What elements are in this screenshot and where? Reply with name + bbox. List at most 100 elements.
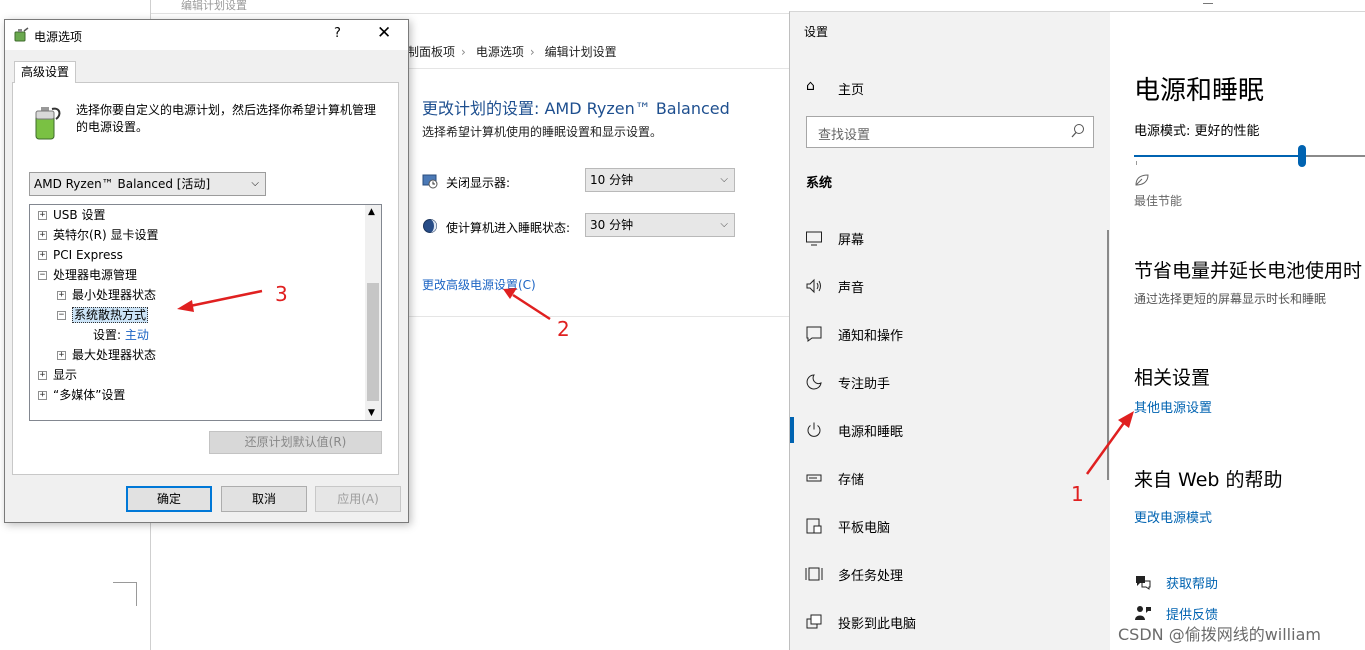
multitask-icon	[805, 567, 823, 581]
watermark: CSDN @偷拨网线的william	[1118, 625, 1321, 644]
tree-item-label: PCI Express	[53, 248, 123, 262]
tab-advanced-settings[interactable]: 高级设置	[14, 61, 76, 83]
related-settings-heading: 相关设置	[1134, 367, 1211, 389]
monitor-clock-icon	[422, 174, 438, 189]
breadcrumb-item[interactable]: 制面板项	[407, 45, 455, 59]
breadcrumb: 制面板项 › 电源选项 › 编辑计划设置	[407, 43, 623, 60]
nav-item-label: 专注助手	[838, 377, 891, 392]
dialog-intro: 选择你要自定义的电源计划，然后选择你希望计算机管理的电源设置。	[76, 103, 377, 134]
collapse-icon[interactable]: −	[57, 311, 66, 320]
dialog-title: 电源选项	[34, 30, 83, 44]
nav-item-project[interactable]: 投影到此电脑	[790, 604, 1110, 640]
tree-item-label: 最大处理器状态	[72, 348, 157, 362]
nav-item-label: 投影到此电脑	[838, 617, 917, 632]
tree-item[interactable]: + “多媒体”设置	[38, 385, 125, 405]
tree-item[interactable]: + 英特尔(R) 显卡设置	[38, 225, 159, 245]
display-off-select[interactable]: 10 分钟 ⌵	[585, 168, 735, 192]
battery-icon	[35, 107, 61, 140]
display-off-label: 关闭显示器:	[446, 176, 511, 190]
plan-select[interactable]: AMD Ryzen™ Balanced [活动] ⌵	[29, 172, 266, 196]
power-options-icon	[14, 27, 29, 42]
nav-item-power-sleep[interactable]: 电源和睡眠	[790, 412, 1110, 448]
nav-item-label: 平板电脑	[838, 521, 891, 536]
other-power-settings-link[interactable]: 其他电源设置	[1134, 397, 1212, 416]
tree-item-label: 显示	[53, 368, 78, 382]
expand-icon[interactable]: +	[38, 251, 47, 260]
notification-icon	[806, 326, 822, 342]
nav-scrollbar[interactable]	[1107, 230, 1109, 480]
settings-tree[interactable]: + USB 设置 + 英特尔(R) 显卡设置 + PCI Express − 处理器电源…	[29, 204, 382, 421]
tree-item[interactable]: + 显示	[38, 365, 77, 385]
expand-icon[interactable]: +	[38, 371, 47, 380]
nav-item-storage[interactable]: 存储	[790, 460, 1110, 496]
display-off-value: 10 分钟	[590, 173, 634, 187]
minimize-icon[interactable]	[1203, 3, 1213, 4]
monitor-icon	[806, 231, 822, 246]
collapse-icon[interactable]: −	[38, 271, 47, 280]
breadcrumb-item[interactable]: 电源选项	[476, 45, 524, 59]
sleep-label: 使计算机进入睡眠状态:	[446, 221, 571, 235]
sleep-select[interactable]: 30 分钟 ⌵	[585, 213, 735, 237]
help-button[interactable]: ?	[334, 26, 341, 41]
tablet-icon	[806, 518, 822, 534]
scroll-thumb[interactable]	[367, 283, 379, 401]
nav-item-notifications[interactable]: 通知和操作	[790, 316, 1110, 352]
slider-thumb[interactable]	[1298, 145, 1306, 167]
power-mode-label: 电源模式: 更好的性能	[1134, 124, 1260, 139]
power-mode-slider[interactable]	[1134, 145, 1365, 167]
nav-item-display[interactable]: 屏幕	[790, 220, 1110, 256]
cancel-button[interactable]: 取消	[221, 486, 307, 512]
chevron-down-icon: ⌵	[251, 178, 259, 189]
tree-setting-label: 设置:	[93, 328, 122, 342]
expand-icon[interactable]: +	[38, 231, 47, 240]
scroll-up-icon[interactable]: ▲	[368, 207, 375, 217]
scroll-down-icon[interactable]: ▼	[368, 408, 375, 418]
tree-item-label: 最小处理器状态	[72, 288, 157, 302]
tree-item[interactable]: + USB 设置	[38, 205, 105, 225]
settings-window: 设置 ⌂ 主页 查找设置 系统 屏幕 声音 通知和操作 专注助手 电源和睡眠 存…	[789, 11, 1365, 650]
leaf-icon	[1135, 174, 1149, 186]
tree-item[interactable]: + PCI Express	[38, 245, 123, 265]
slider-fill	[1134, 155, 1302, 157]
nav-item-multitasking[interactable]: 多任务处理	[790, 556, 1110, 592]
nav-item-sound[interactable]: 声音	[790, 268, 1110, 304]
tree-setting-value[interactable]: 主动	[125, 328, 149, 342]
tree-item-label: 系统散热方式	[72, 307, 149, 323]
home-icon: ⌂	[806, 78, 815, 94]
power-options-dialog: 电源选项 ? ✕ 高级设置 选择你要自定义的电源计划，然后选择你希望计算机管理的…	[4, 19, 409, 523]
plan-select-value: AMD Ryzen™ Balanced [活动]	[34, 177, 211, 191]
nav-home[interactable]: ⌂ 主页	[806, 76, 1006, 100]
tree-item[interactable]: − 处理器电源管理	[38, 265, 137, 285]
tree-item-selected[interactable]: − 系统散热方式	[57, 305, 149, 325]
plan-title: 更改计划的设置: AMD Ryzen™ Balanced	[422, 99, 730, 118]
moon-globe-icon	[423, 219, 437, 233]
tree-setting[interactable]: 设置: 主动	[93, 325, 149, 345]
slider-tick	[1136, 161, 1137, 165]
close-button[interactable]: ✕	[377, 23, 391, 43]
apply-button[interactable]: 应用(A)	[315, 486, 401, 512]
chevron-down-icon: ⌵	[720, 219, 728, 230]
tree-scrollbar[interactable]: ▲ ▼	[365, 205, 381, 420]
crop-mark	[113, 582, 137, 606]
expand-icon[interactable]: +	[38, 391, 47, 400]
tree-item[interactable]: + 最小处理器状态	[57, 285, 156, 305]
expand-icon[interactable]: +	[38, 211, 47, 220]
restore-defaults-button[interactable]: 还原计划默认值(R)	[209, 431, 382, 454]
get-help-label: 获取帮助	[1166, 577, 1219, 592]
tree-item-label: USB 设置	[53, 208, 106, 222]
advanced-power-settings-link[interactable]: 更改高级电源设置(C)	[422, 276, 536, 293]
change-power-mode-link[interactable]: 更改电源模式	[1134, 507, 1212, 526]
expand-icon[interactable]: +	[57, 351, 66, 360]
tree-item[interactable]: + 最大处理器状态	[57, 345, 156, 365]
ok-button[interactable]: 确定	[126, 486, 212, 512]
expand-icon[interactable]: +	[57, 291, 66, 300]
nav-item-label: 电源和睡眠	[838, 425, 904, 440]
search-icon	[1071, 124, 1084, 138]
tree-item-label: 处理器电源管理	[53, 268, 138, 282]
nav-item-tablet[interactable]: 平板电脑	[790, 508, 1110, 544]
breadcrumb-item[interactable]: 编辑计划设置	[545, 45, 617, 59]
help-chat-icon	[1136, 576, 1151, 590]
annotation-number-3: 3	[275, 282, 288, 306]
search-input[interactable]: 查找设置	[806, 116, 1094, 148]
nav-item-focus-assist[interactable]: 专注助手	[790, 364, 1110, 400]
